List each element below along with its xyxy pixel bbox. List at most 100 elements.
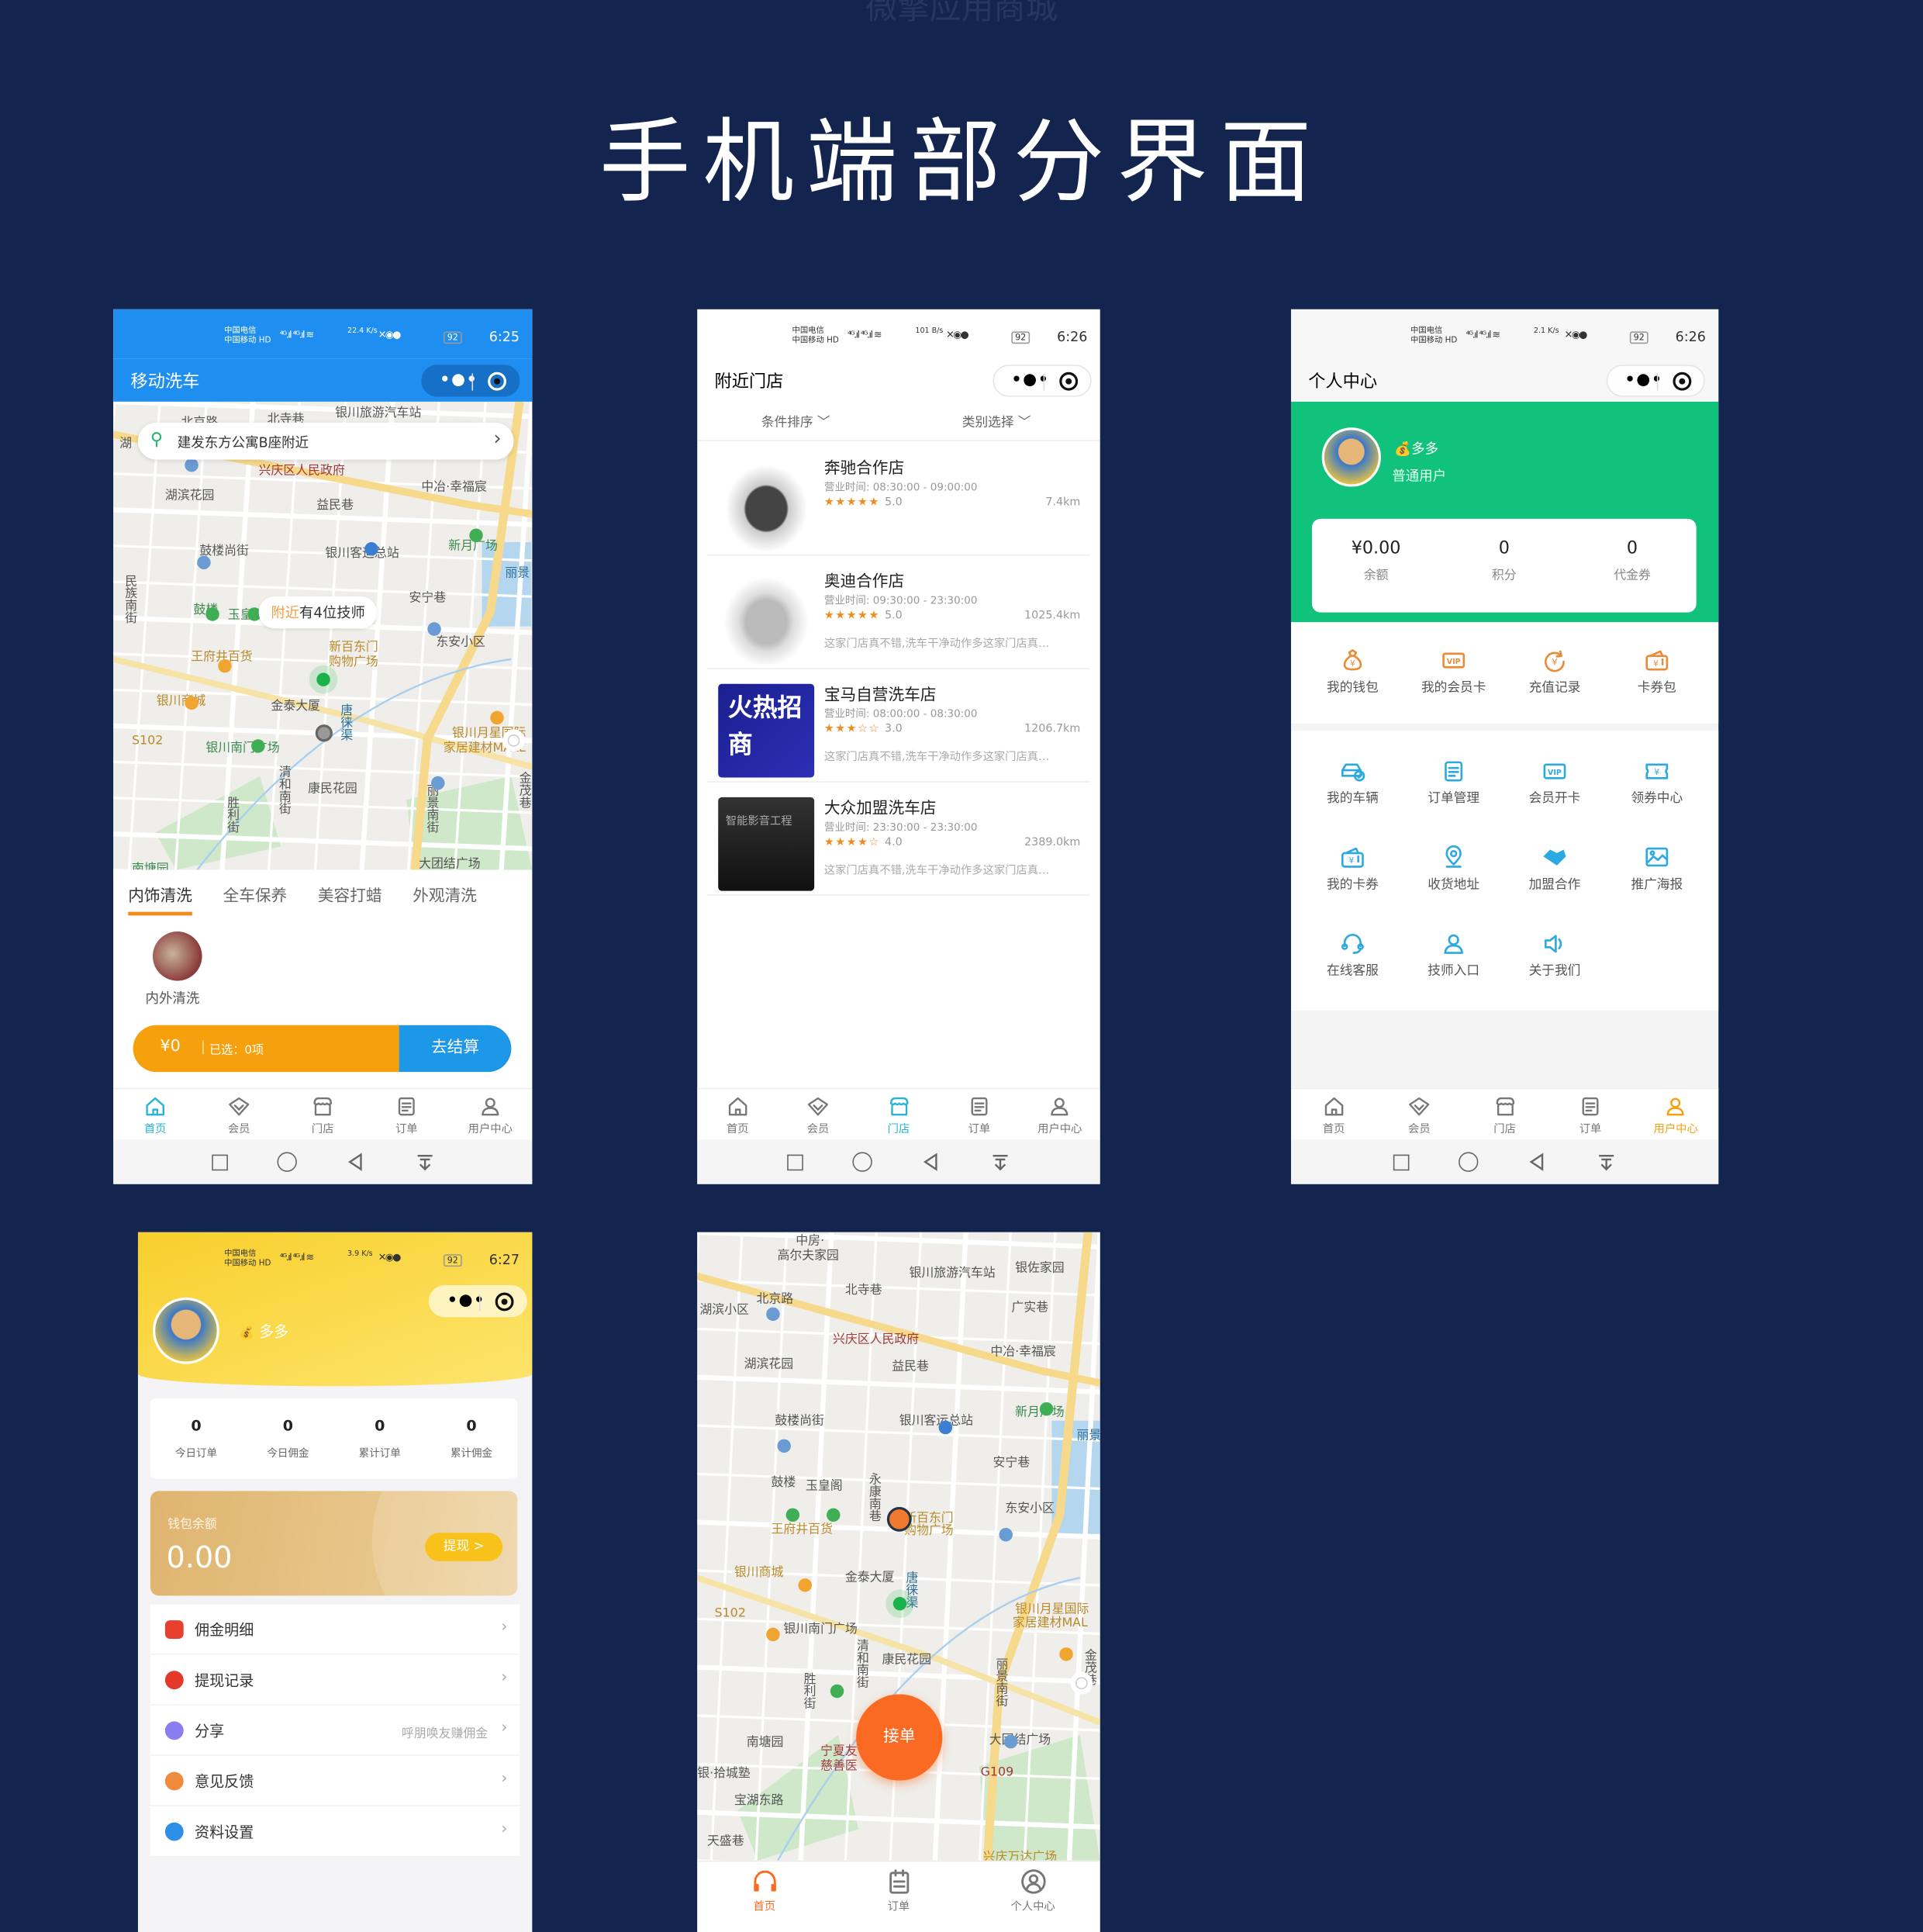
avatar[interactable] — [152, 1297, 219, 1364]
user-icon — [1633, 1094, 1718, 1119]
menu-recharge[interactable]: ¥ 充值记录 — [1505, 647, 1604, 696]
tab-4[interactable]: 外观清洗 — [413, 883, 477, 912]
coupon-wallet-icon: ¥ — [1607, 647, 1706, 674]
stat-3[interactable]: 0 代金券 — [1568, 538, 1696, 582]
stat-2[interactable]: 0 今日佣金 — [242, 1417, 333, 1460]
tab-3[interactable]: 美容打蜡 — [318, 883, 382, 912]
checkout-button[interactable]: 去结算 — [399, 1025, 512, 1073]
menu-coupon-wallet[interactable]: ¥ 我的卡券 — [1303, 844, 1402, 893]
menu-order[interactable]: 订单管理 — [1404, 758, 1503, 807]
nav-item-order[interactable]: 订单 — [939, 1089, 1020, 1139]
back-icon[interactable] — [1528, 1152, 1547, 1171]
close-target-icon[interactable] — [495, 1292, 514, 1312]
close-target-icon[interactable] — [1059, 372, 1079, 391]
nav-item-user[interactable]: 用户中心 — [1633, 1089, 1718, 1139]
nav-item-diamond[interactable]: 会员 — [197, 1089, 281, 1139]
mini-program-capsule[interactable]: •●• — [1606, 365, 1705, 397]
menu-headset[interactable]: 在线客服 — [1303, 930, 1402, 980]
mini-program-capsule[interactable]: •●• — [421, 365, 520, 397]
stat-3[interactable]: 0 累计订单 — [334, 1417, 426, 1460]
menu-label: 我的会员卡 — [1421, 679, 1486, 696]
notification-pull-icon[interactable] — [1597, 1152, 1616, 1171]
nav-item-home[interactable]: 首页 — [1291, 1089, 1376, 1139]
close-target-icon[interactable] — [1673, 372, 1692, 391]
notification-pull-icon[interactable] — [990, 1152, 1010, 1171]
nav-item-user[interactable]: 用户中心 — [1020, 1089, 1100, 1139]
stat-2[interactable]: 0 积分 — [1440, 538, 1568, 582]
menu-location[interactable]: 收货地址 — [1404, 844, 1503, 893]
menu-poster[interactable]: 推广海报 — [1607, 844, 1706, 893]
menu-car[interactable]: 我的车辆 — [1303, 758, 1402, 807]
location-bar[interactable]: ⚲ 建发东方公寓B座附近 › — [137, 422, 514, 460]
nav-item-user-circle[interactable]: 个人中心 — [966, 1862, 1100, 1932]
menu-handshake[interactable]: 加盟合作 — [1505, 844, 1604, 893]
nav-item-home[interactable]: 首页 — [697, 1089, 778, 1139]
wallet-card: 钱包余额 0.00 提现 > — [150, 1491, 518, 1596]
nav-label: 首页 — [726, 1123, 749, 1136]
stat-4[interactable]: 0 累计佣金 — [426, 1417, 517, 1460]
menu-money-bag[interactable]: ¥ 我的钱包 — [1303, 647, 1402, 696]
menu-coupon-wallet[interactable]: ¥ 卡券包 — [1607, 647, 1706, 696]
stat-1[interactable]: ¥0.00 余额 — [1312, 538, 1440, 582]
menu-ticket[interactable]: ¥ 领券中心 — [1607, 758, 1706, 807]
store-card[interactable]: 奔驰合作店 营业时间: 08:30:00 - 09:00:00 ★★★★★ 5.… — [706, 442, 1090, 556]
menu-vip-card[interactable]: VIP 会员开卡 — [1505, 758, 1604, 807]
menu-row[interactable]: 资料设置 › — [150, 1806, 520, 1858]
nav-item-order[interactable]: 订单 — [1548, 1089, 1633, 1139]
avatar[interactable] — [1321, 427, 1381, 487]
menu-row[interactable]: 提现记录 › — [150, 1654, 520, 1706]
tab-label: 美容打蜡 — [317, 887, 382, 906]
recent-apps-icon[interactable] — [1393, 1153, 1410, 1170]
menu-speaker[interactable]: 关于我们 — [1505, 930, 1604, 980]
menu-vip-card[interactable]: VIP 我的会员卡 — [1404, 647, 1503, 696]
nav-item-user[interactable]: 用户中心 — [448, 1089, 532, 1139]
nav-item-home[interactable]: 首页 — [113, 1089, 197, 1139]
home-circle-icon[interactable] — [1459, 1152, 1479, 1172]
category-filter[interactable]: 类别选择 ﹀ — [962, 413, 1031, 431]
tab-2[interactable]: 全车保养 — [223, 883, 288, 912]
menu-user[interactable]: 技师入口 — [1404, 930, 1503, 980]
nav-item-store[interactable]: 门店 — [281, 1089, 364, 1139]
locate-button-icon[interactable] — [502, 729, 525, 752]
ticket-icon: ¥ — [1607, 758, 1706, 785]
map[interactable]: 银川旅游汽车站北京路北寺巷湖兴庆区人民政府湖滨花园益民巷中冶·幸福宸鼓楼尚街银川… — [113, 401, 533, 870]
store-card[interactable]: 火热招商 宝马自营洗车店 营业时间: 08:00:00 - 08:30:00 ★… — [706, 669, 1090, 783]
nav-item-headphones[interactable]: 首页 — [697, 1862, 831, 1932]
nav-item-clipboard[interactable]: 订单 — [831, 1862, 965, 1932]
nav-item-diamond[interactable]: 会员 — [1376, 1089, 1462, 1139]
sort-filter[interactable]: 条件排序 ﹀ — [761, 413, 830, 431]
nav-label: 首页 — [1322, 1123, 1345, 1136]
headset-icon — [1303, 930, 1402, 957]
map-label: 购物广场 — [904, 1524, 954, 1538]
recent-apps-icon[interactable] — [787, 1153, 803, 1170]
system-nav — [113, 1139, 533, 1184]
close-target-icon[interactable] — [488, 372, 506, 391]
stat-1[interactable]: 0 今日订单 — [150, 1417, 242, 1460]
home-circle-icon[interactable] — [276, 1152, 297, 1172]
menu-row[interactable]: 分享 呼朋唤友赚佣金 › — [150, 1705, 520, 1756]
menu-row[interactable]: 意见反馈 › — [150, 1755, 520, 1807]
nav-item-store[interactable]: 门店 — [1462, 1089, 1547, 1139]
svg-text:¥: ¥ — [1655, 769, 1660, 777]
service-label[interactable]: 内外清洗 — [145, 988, 199, 1007]
home-circle-icon[interactable] — [852, 1152, 872, 1172]
back-icon[interactable] — [346, 1152, 365, 1171]
nav-item-diamond[interactable]: 会员 — [778, 1089, 858, 1139]
mini-program-capsule[interactable]: •●• — [993, 365, 1092, 397]
nav-item-order[interactable]: 订单 — [364, 1089, 448, 1139]
withdraw-button[interactable]: 提现 > — [425, 1533, 503, 1561]
notification-pull-icon[interactable] — [415, 1152, 434, 1171]
accept-order-button[interactable]: 接单 — [856, 1694, 943, 1781]
menu-row[interactable]: 佣金明细 › — [150, 1604, 520, 1655]
store-card[interactable]: 奥迪合作店 营业时间: 09:30:00 - 23:30:00 ★★★★★ 5.… — [706, 556, 1090, 669]
handshake-icon — [1505, 844, 1604, 871]
store-card[interactable]: 智能影音工程 大众加盟洗车店 营业时间: 23:30:00 - 23:30:00… — [706, 783, 1090, 896]
stat-value: 0 — [375, 1417, 385, 1435]
tab-1[interactable]: 内饰清洗 — [128, 883, 192, 916]
back-icon[interactable] — [921, 1152, 941, 1171]
recent-apps-icon[interactable] — [211, 1153, 228, 1170]
nav-item-store[interactable]: 门店 — [858, 1089, 939, 1139]
mini-program-capsule[interactable]: •●• — [428, 1285, 527, 1318]
service-image[interactable] — [152, 931, 202, 981]
locate-button-icon[interactable] — [1070, 1671, 1093, 1695]
